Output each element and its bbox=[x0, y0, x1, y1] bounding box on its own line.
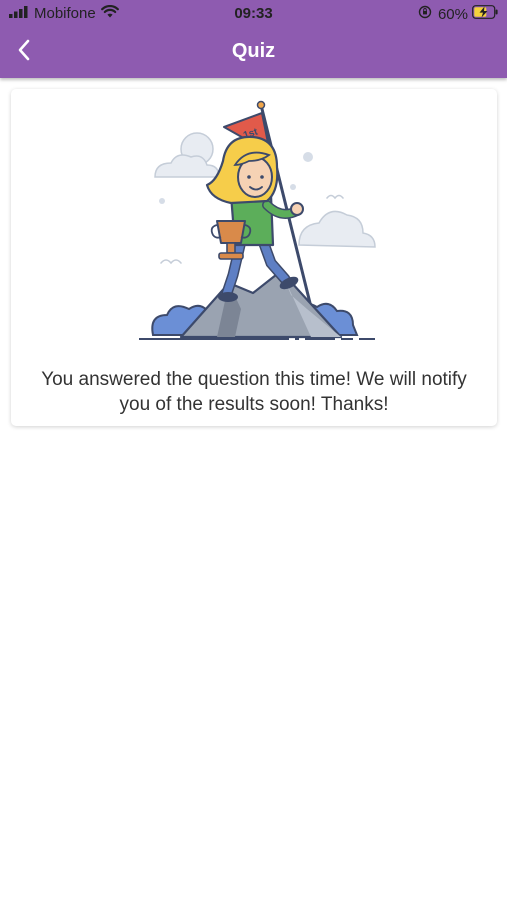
girl-on-mountain-illustration: 1st bbox=[131, 95, 381, 351]
orientation-lock-icon bbox=[418, 5, 432, 23]
battery-percentage: 60% bbox=[437, 5, 468, 23]
result-message: You answered the question this time! We … bbox=[41, 369, 467, 415]
status-bar: Mobifone 09:33 60% bbox=[0, 0, 507, 28]
status-right: 60% bbox=[418, 5, 499, 23]
app-header: Mobifone 09:33 60% Quiz bbox=[0, 0, 507, 78]
quiz-result-card: 1st You answered the question this time!… bbox=[11, 89, 497, 426]
battery-charging-icon bbox=[472, 5, 499, 23]
page-title: Quiz bbox=[231, 40, 276, 62]
